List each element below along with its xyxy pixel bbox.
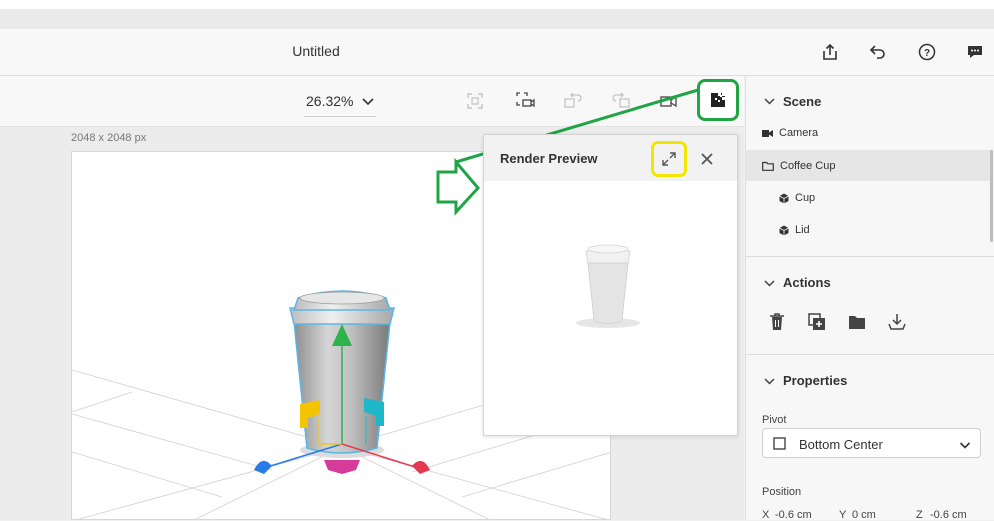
model-icon bbox=[779, 225, 789, 235]
scene-collapse[interactable] bbox=[764, 94, 775, 112]
chevron-down-icon bbox=[764, 280, 775, 287]
group-icon[interactable] bbox=[846, 311, 868, 333]
scene-item-label: Coffee Cup bbox=[780, 160, 836, 172]
position-x-field[interactable]: -0.6 cm bbox=[775, 509, 812, 521]
render-preview-title: Render Preview bbox=[500, 151, 598, 166]
model-icon bbox=[779, 193, 789, 203]
position-z-label: Z bbox=[916, 509, 923, 521]
duplicate-icon[interactable] bbox=[806, 311, 828, 333]
render-preview-header: Render Preview bbox=[484, 135, 737, 181]
render-preview-panel: Render Preview bbox=[483, 134, 738, 436]
scene-item-camera[interactable]: Camera bbox=[762, 127, 818, 139]
pivot-box-icon bbox=[773, 437, 786, 450]
properties-collapse[interactable] bbox=[764, 374, 775, 392]
close-icon bbox=[701, 153, 713, 165]
right-panel: Scene Camera Coffee Cup Cup Lid Actions … bbox=[745, 76, 994, 521]
folder-icon bbox=[762, 161, 774, 171]
actions-collapse[interactable] bbox=[764, 276, 775, 294]
position-label: Position bbox=[762, 486, 802, 498]
divider bbox=[746, 256, 994, 257]
chevron-down-icon bbox=[764, 98, 775, 105]
render-preview-image bbox=[576, 244, 640, 328]
scene-item-cup[interactable]: Cup bbox=[779, 192, 815, 204]
scene-item-label: Lid bbox=[795, 224, 810, 236]
delete-icon[interactable] bbox=[766, 311, 788, 333]
expand-icon bbox=[662, 152, 676, 166]
scene-item-label: Cup bbox=[795, 192, 816, 204]
actions-title: Actions bbox=[783, 275, 831, 290]
chevron-down-icon bbox=[764, 378, 775, 385]
scene-title: Scene bbox=[783, 94, 822, 109]
pivot-label: Pivot bbox=[762, 414, 787, 426]
divider bbox=[746, 354, 994, 355]
position-y-label: Y bbox=[839, 509, 847, 521]
chevron-down-icon bbox=[959, 442, 971, 449]
scene-item-lid[interactable]: Lid bbox=[779, 224, 810, 236]
scrollbar[interactable] bbox=[990, 150, 993, 242]
scene-item-label: Camera bbox=[779, 127, 819, 139]
annotation-arrow bbox=[436, 157, 480, 216]
pivot-value: Bottom Center bbox=[799, 437, 883, 452]
position-x-label: X bbox=[762, 509, 770, 521]
expand-button[interactable] bbox=[651, 141, 687, 177]
export-icon[interactable] bbox=[886, 311, 908, 333]
position-z-field[interactable]: -0.6 cm bbox=[930, 509, 967, 521]
properties-title: Properties bbox=[783, 373, 848, 388]
pivot-select[interactable]: Bottom Center bbox=[762, 428, 981, 458]
position-y-field[interactable]: 0 cm bbox=[852, 509, 876, 521]
scene-item-coffee-cup[interactable]: Coffee Cup bbox=[762, 160, 835, 172]
close-button[interactable] bbox=[697, 149, 717, 169]
camera-icon bbox=[762, 129, 773, 137]
